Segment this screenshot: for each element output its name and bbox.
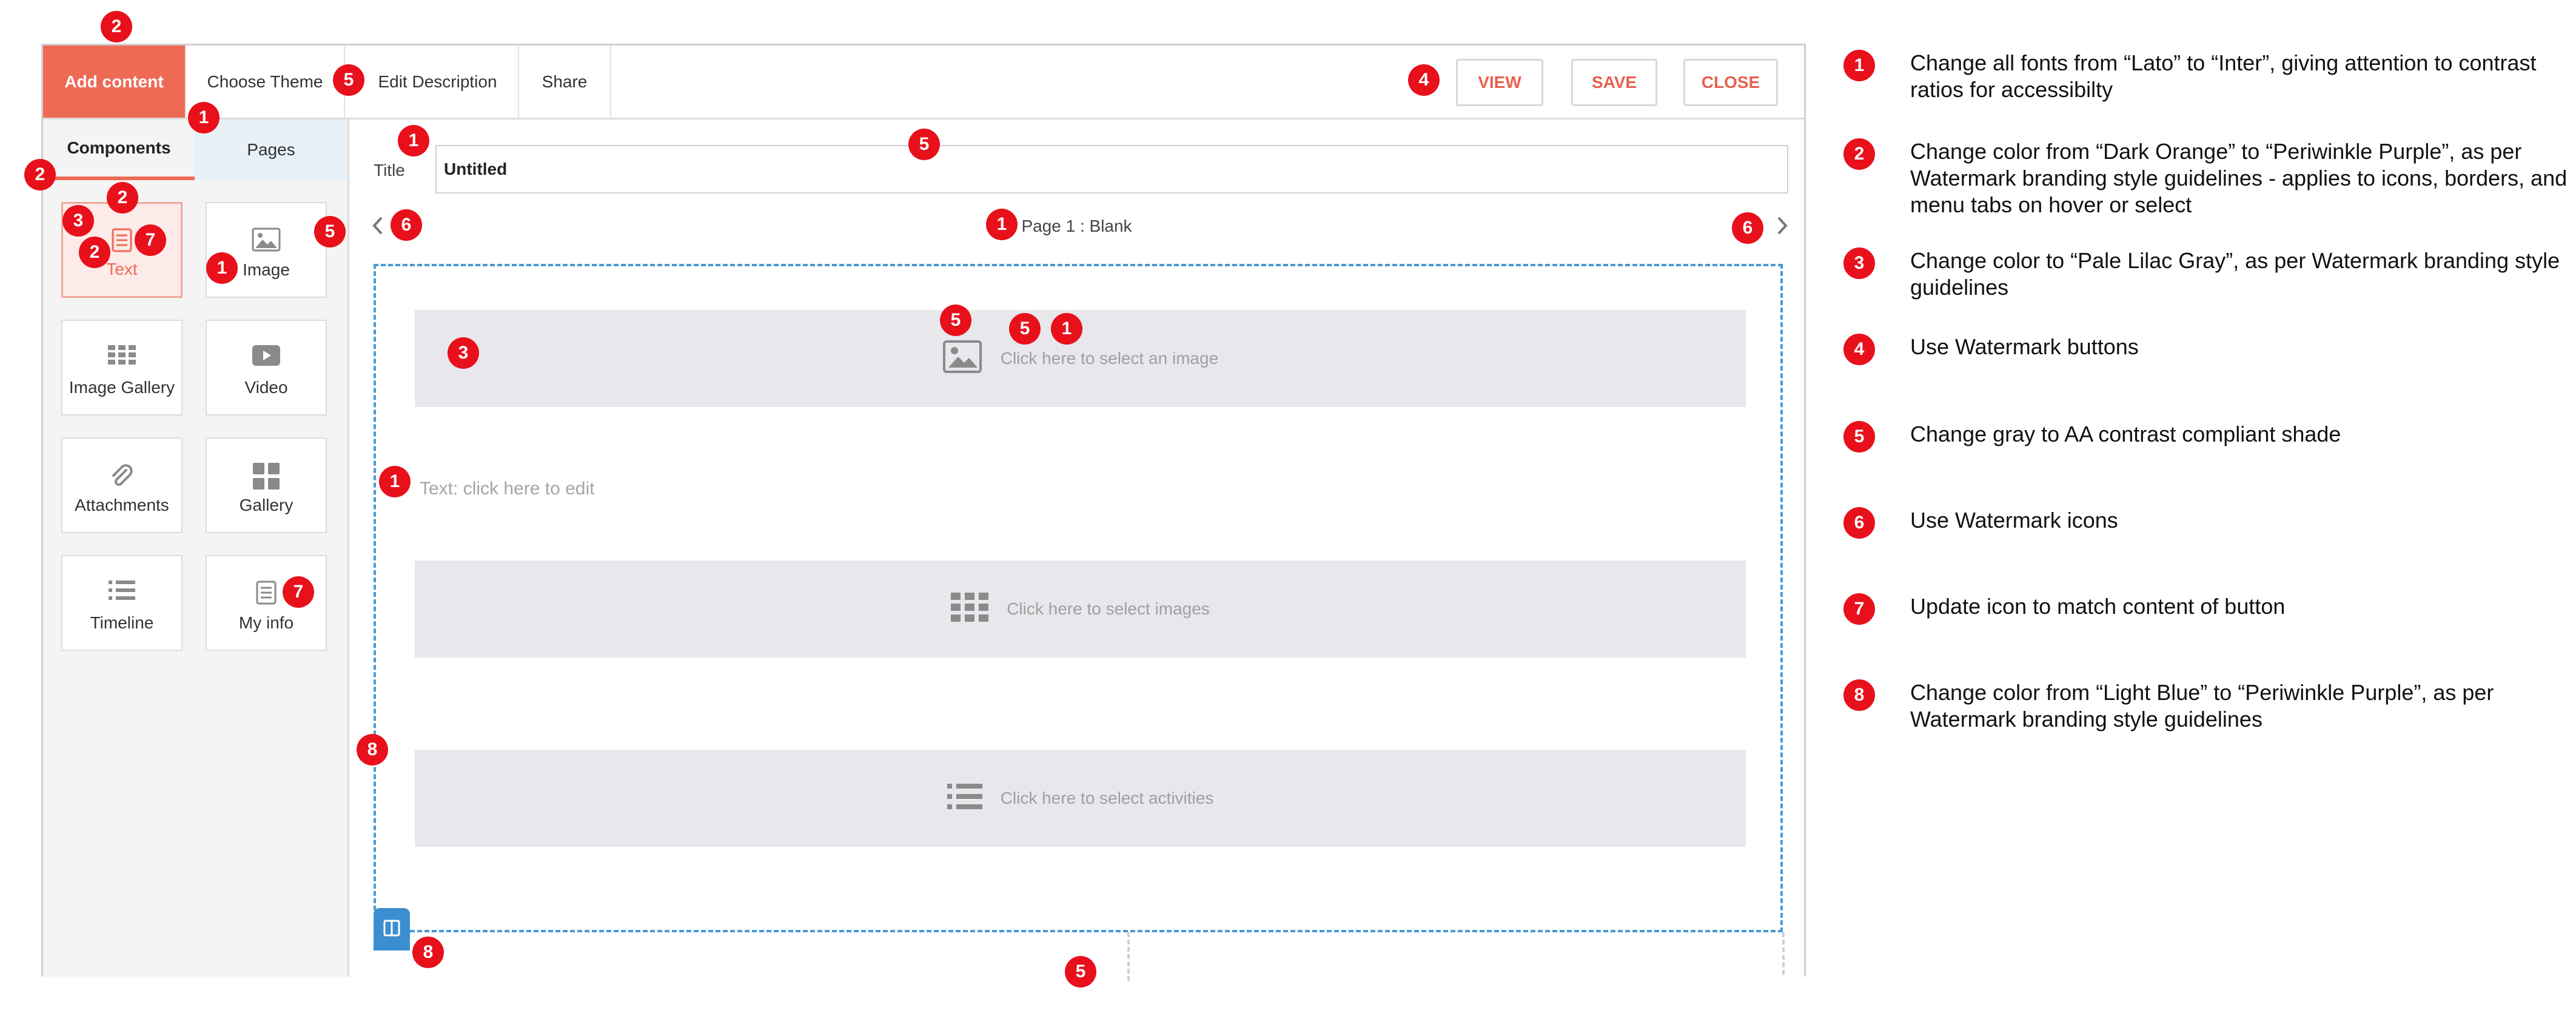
- images-placeholder-text: Click here to select images: [1007, 599, 1210, 618]
- annotation-marker: 2: [101, 11, 132, 42]
- editor-window: Add content Choose Theme Edit Descriptio…: [41, 44, 1806, 981]
- columns-icon: [383, 920, 400, 940]
- legend-marker: 8: [1843, 679, 1875, 711]
- grid-icon: [108, 345, 136, 369]
- legend-marker: 2: [1843, 138, 1875, 170]
- legend-text: Use Watermark icons: [1910, 508, 2118, 533]
- legend-text: Change gray to AA contrast compliant sha…: [1910, 422, 2341, 446]
- images-placeholder[interactable]: Click here to select images: [415, 560, 1746, 658]
- activities-placeholder[interactable]: Click here to select activities: [415, 750, 1746, 847]
- annotation-marker: 8: [357, 734, 388, 766]
- title-input[interactable]: Untitled: [435, 145, 1788, 194]
- annotation-marker: 8: [412, 937, 444, 968]
- annotation-marker: 1: [986, 209, 1018, 240]
- annotation-marker: 1: [398, 125, 429, 156]
- legend-marker: 4: [1843, 334, 1875, 365]
- component-attachments[interactable]: Attachments: [61, 437, 183, 533]
- legend-marker: 1: [1843, 50, 1875, 81]
- legend-text: Change color from “Dark Orange” to “Peri…: [1910, 139, 2568, 217]
- tab-edit-description[interactable]: Edit Description: [345, 45, 519, 118]
- annotation-marker: 2: [107, 182, 138, 214]
- tab-share[interactable]: Share: [519, 45, 611, 118]
- legend-text: Change color from “Light Blue” to “Periw…: [1910, 680, 2494, 732]
- image-icon: [942, 340, 982, 378]
- view-button[interactable]: VIEW: [1456, 59, 1543, 106]
- tab-components[interactable]: Components: [43, 119, 195, 180]
- annotation-marker: 7: [283, 576, 314, 608]
- legend-text: Change all fonts from “Lato” to “Inter”,…: [1910, 50, 2537, 102]
- document-icon: [256, 581, 277, 609]
- component-label: Gallery: [239, 496, 293, 514]
- annotation-marker: 6: [391, 209, 422, 241]
- legend-text: Update icon to match content of button: [1910, 594, 2286, 619]
- page-navigator: Page 1 : Blank: [349, 209, 1804, 246]
- page-canvas: Click here to select an image Text: clic…: [374, 264, 1783, 932]
- annotation-marker: 3: [448, 337, 479, 369]
- component-timeline[interactable]: Timeline: [61, 555, 183, 651]
- legend-marker: 6: [1843, 507, 1875, 539]
- annotation-marker: 7: [135, 224, 166, 256]
- annotation-marker: 1: [188, 102, 220, 133]
- annotation-marker: 5: [333, 64, 364, 96]
- legend-marker: 5: [1843, 421, 1875, 453]
- annotation-marker: 5: [940, 305, 971, 336]
- annotation-marker: 2: [24, 159, 56, 190]
- legend-text: Use Watermark buttons: [1910, 334, 2139, 359]
- canvas-edge: [1782, 932, 1785, 975]
- chevron-right-icon[interactable]: [1776, 215, 1789, 239]
- tab-pages[interactable]: Pages: [195, 119, 347, 180]
- component-video[interactable]: Video: [206, 320, 327, 416]
- component-label: Video: [244, 378, 288, 397]
- top-toolbar: Add content Choose Theme Edit Descriptio…: [43, 45, 1804, 119]
- document-icon: [112, 228, 132, 257]
- component-label: Image Gallery: [69, 378, 175, 397]
- image-placeholder-text: Click here to select an image: [1000, 349, 1219, 368]
- close-button[interactable]: CLOSE: [1683, 59, 1778, 106]
- legend-text: Change color to “Pale Lilac Gray”, as pe…: [1910, 248, 2560, 300]
- annotation-marker: 1: [379, 466, 411, 497]
- annotation-marker: 1: [206, 252, 238, 284]
- tab-add-content[interactable]: Add content: [43, 45, 186, 118]
- component-label: Timeline: [90, 613, 154, 632]
- page-label: Page 1 : Blank: [1021, 217, 1132, 235]
- image-icon: [252, 227, 281, 256]
- component-gallery[interactable]: Gallery: [206, 437, 327, 533]
- title-label: Title: [374, 161, 405, 180]
- annotation-marker: 2: [79, 237, 110, 268]
- play-icon: [252, 345, 280, 370]
- save-button[interactable]: SAVE: [1571, 59, 1657, 106]
- text-placeholder[interactable]: Text: click here to edit: [420, 479, 594, 499]
- annotation-marker: 5: [908, 129, 940, 160]
- canvas-divider: [1127, 932, 1130, 981]
- grid-icon: [951, 592, 989, 626]
- paperclip-icon: [108, 463, 136, 495]
- annotation-marker: 4: [1408, 64, 1440, 96]
- annotation-marker: 5: [1065, 956, 1096, 988]
- list-icon: [109, 581, 135, 604]
- annotation-marker: 5: [314, 216, 346, 247]
- annotation-marker: 5: [1009, 313, 1041, 345]
- annotation-marker: 6: [1732, 212, 1763, 244]
- layout-toggle-button[interactable]: [374, 908, 410, 951]
- activities-placeholder-text: Click here to select activities: [1000, 789, 1214, 807]
- editor-main: Title Untitled Page 1 : Blank Click here…: [349, 119, 1804, 981]
- component-label: Attachments: [75, 496, 169, 514]
- legend-marker: 3: [1843, 247, 1875, 279]
- annotation-marker: 3: [62, 205, 94, 237]
- component-image-gallery[interactable]: Image Gallery: [61, 320, 183, 416]
- annotation-marker: 1: [1051, 313, 1082, 345]
- component-label: My info: [238, 613, 294, 632]
- list-icon: [947, 783, 982, 813]
- legend-marker: 7: [1843, 593, 1875, 625]
- tiles-icon: [253, 463, 280, 494]
- component-label: Text: [106, 260, 138, 278]
- component-label: Image: [243, 260, 290, 279]
